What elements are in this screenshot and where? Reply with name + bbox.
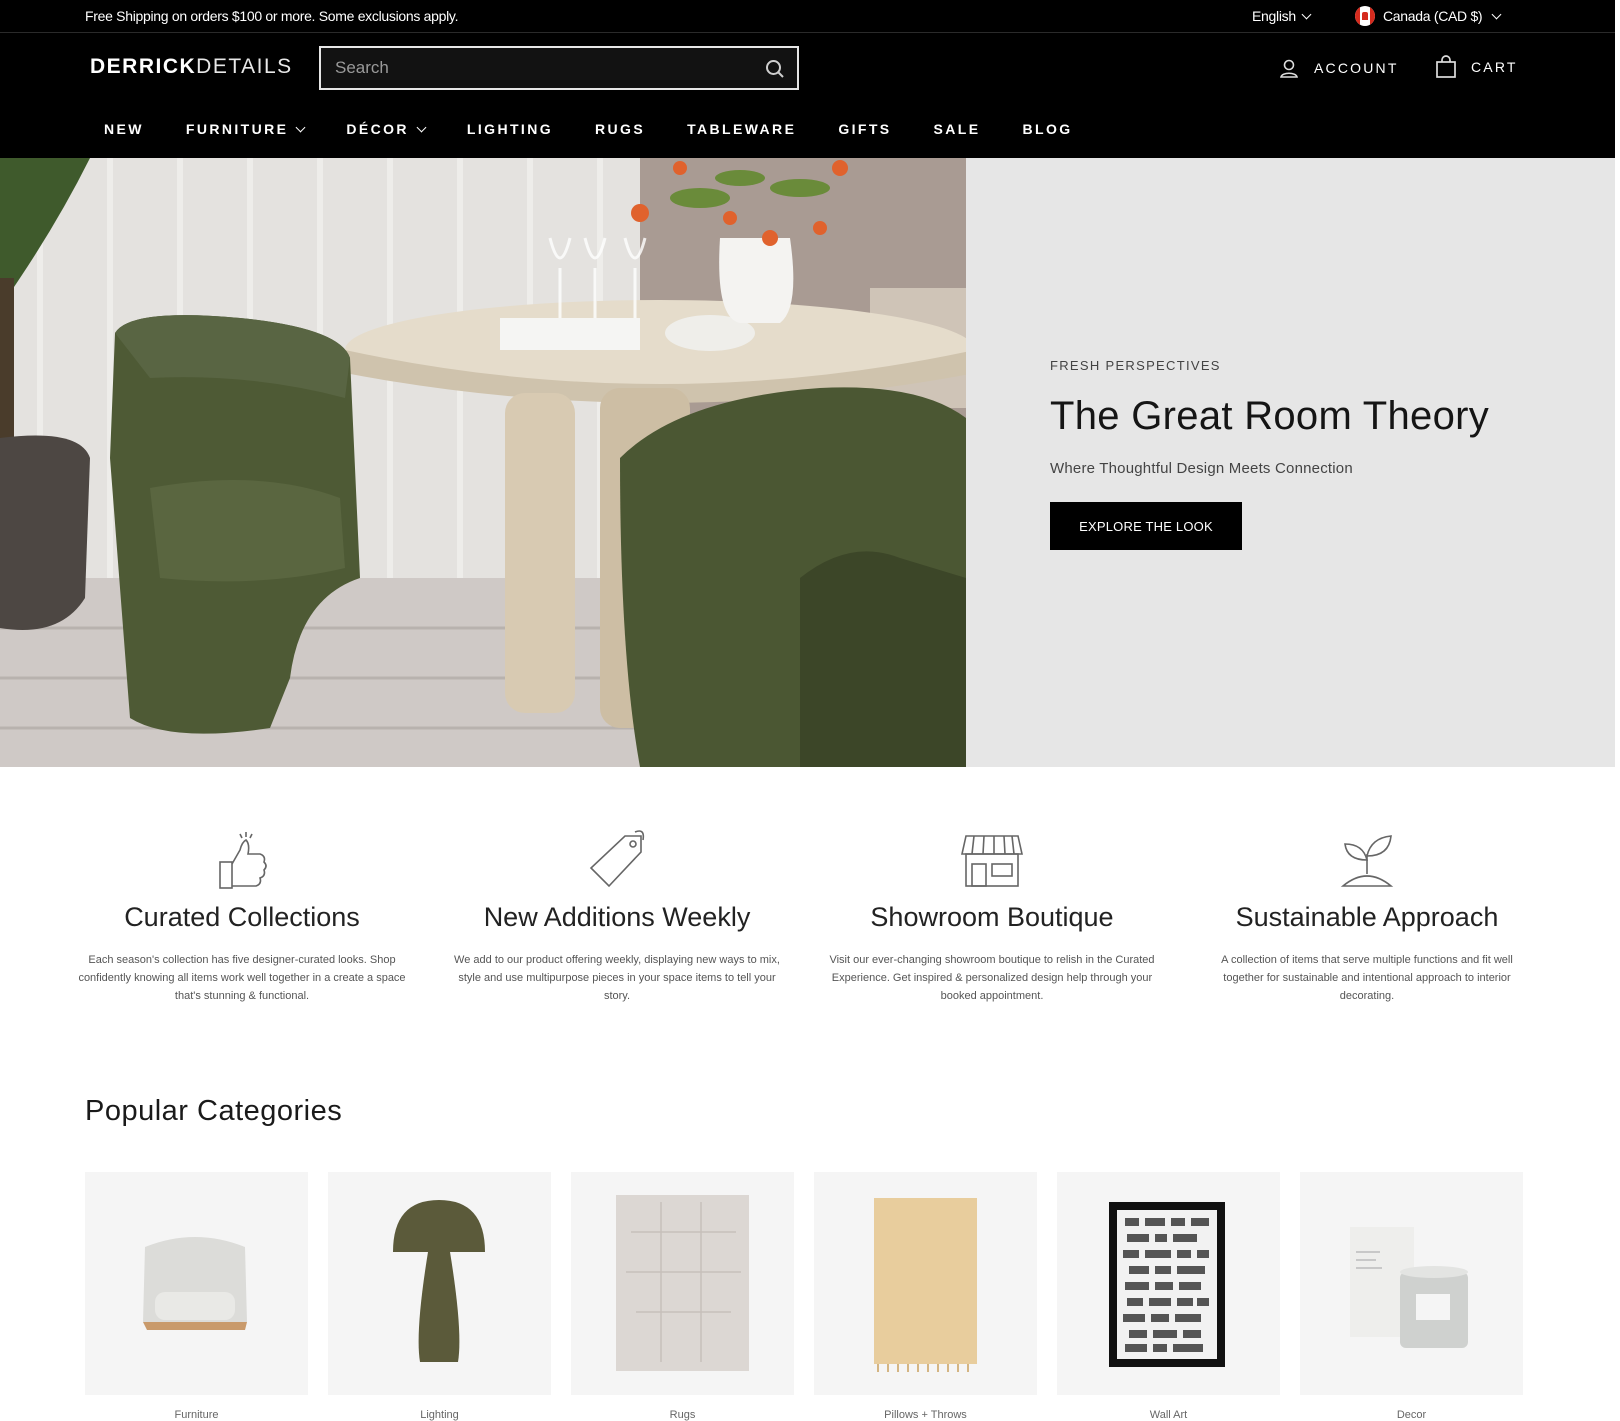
- site-header: DERRICKDETAILS ACCOUNT CART: [0, 33, 1615, 103]
- hero-image[interactable]: [0, 158, 966, 767]
- nav-item-gifts[interactable]: GIFTS: [838, 121, 891, 137]
- nav-label: LIGHTING: [466, 121, 554, 137]
- category-label: Rugs: [669, 1409, 696, 1421]
- nav-item-decor[interactable]: DÉCOR: [346, 121, 427, 137]
- hero-eyebrow: FRESH PERSPECTIVES: [1050, 358, 1221, 373]
- language-label: English: [1252, 8, 1296, 24]
- category-image: [85, 1172, 308, 1395]
- storefront-icon: [961, 835, 1023, 887]
- hero-banner: FRESH PERSPECTIVES The Great Room Theory…: [0, 158, 1615, 767]
- feature-showroom-boutique: Showroom Boutique Visit our ever-changin…: [822, 830, 1162, 1005]
- nav-item-new[interactable]: NEW: [104, 121, 144, 137]
- nav-item-rugs[interactable]: RUGS: [595, 121, 645, 137]
- category-image: [814, 1172, 1037, 1395]
- nav-label: FURNITURE: [185, 121, 289, 137]
- search-box: [319, 46, 799, 90]
- dining-room-illustration: [0, 158, 966, 767]
- candle-illustration: [1350, 1227, 1468, 1348]
- cart-label: CART: [1471, 59, 1518, 75]
- feature-curated-collections: Curated Collections Each season's collec…: [72, 830, 412, 1005]
- category-label: Lighting: [420, 1409, 459, 1421]
- feature-title: Curated Collections: [124, 902, 360, 932]
- category-image: [571, 1172, 794, 1395]
- framed-art-illustration: [1109, 1202, 1225, 1367]
- chevron-down-icon: [1301, 9, 1312, 19]
- feature-text: A collection of items that serve multipl…: [1221, 954, 1513, 1002]
- category-label: Decor: [1396, 1409, 1427, 1421]
- category-image: [1057, 1172, 1280, 1395]
- currency-label: Canada (CAD $): [1383, 8, 1483, 24]
- hero-title: The Great Room Theory: [1050, 394, 1490, 438]
- nav-label: RUGS: [595, 121, 646, 137]
- throw-blanket-illustration: [874, 1198, 977, 1372]
- nav-item-lighting[interactable]: LIGHTING: [467, 121, 553, 137]
- table-lamp-illustration: [393, 1200, 485, 1362]
- feature-title: New Additions Weekly: [483, 902, 751, 932]
- category-card-decor[interactable]: Decor: [1300, 1172, 1523, 1421]
- shipping-promo-text: Free Shipping on orders $100 or more. So…: [85, 8, 459, 24]
- site-logo[interactable]: DERRICKDETAILS: [90, 55, 293, 79]
- sprout-icon: [1340, 835, 1394, 887]
- logo-light-text: DETAILS: [196, 55, 293, 78]
- rug-illustration: [616, 1195, 749, 1371]
- category-card-pillows-throws[interactable]: Pillows + Throws: [814, 1172, 1037, 1421]
- feature-text: Visit our ever-changing showroom boutiqu…: [829, 954, 1155, 1002]
- category-label: Wall Art: [1149, 1409, 1188, 1421]
- user-icon: [1280, 59, 1298, 78]
- features-section: Curated Collections Each season's collec…: [0, 830, 1615, 1040]
- chevron-down-icon: [416, 122, 427, 132]
- announcement-bar: Free Shipping on orders $100 or more. So…: [0, 0, 1615, 32]
- category-card-wall-art[interactable]: Wall Art: [1057, 1172, 1280, 1421]
- explore-the-look-button[interactable]: EXPLORE THE LOOK: [1050, 502, 1242, 550]
- nav-item-furniture[interactable]: FURNITURE: [185, 121, 306, 137]
- account-label: ACCOUNT: [1314, 60, 1399, 76]
- nav-label: BLOG: [1022, 121, 1073, 137]
- category-image: [1300, 1172, 1523, 1395]
- account-link[interactable]: ACCOUNT: [1278, 57, 1399, 79]
- category-label: Pillows + Throws: [884, 1409, 967, 1421]
- canada-flag-icon: [1355, 6, 1375, 26]
- nav-item-blog[interactable]: BLOG: [1023, 121, 1073, 137]
- feature-sustainable-approach: Sustainable Approach A collection of ite…: [1197, 830, 1537, 1005]
- nav-label: NEW: [104, 121, 144, 137]
- thumbs-up-icon: [219, 832, 267, 889]
- chevron-down-icon: [295, 122, 306, 132]
- currency-selector[interactable]: Canada (CAD $): [1355, 6, 1502, 26]
- shopping-bag-icon: [1436, 55, 1456, 78]
- hero-subtitle: Where Thoughtful Design Meets Connection: [1050, 460, 1353, 477]
- feature-title: Showroom Boutique: [870, 902, 1114, 932]
- nav-label: SALE: [933, 121, 981, 137]
- price-tag-icon: [589, 830, 645, 888]
- armchair-illustration: [143, 1237, 247, 1330]
- nav-label: GIFTS: [838, 121, 892, 137]
- nav-item-tableware[interactable]: TABLEWARE: [687, 121, 796, 137]
- nav-label: TABLEWARE: [687, 121, 797, 137]
- nav-label: DÉCOR: [346, 121, 409, 137]
- nav-item-sale[interactable]: SALE: [934, 121, 981, 137]
- feature-text: Each season's collection has five design…: [78, 954, 406, 1002]
- search-input[interactable]: [335, 56, 755, 80]
- category-image: [328, 1172, 551, 1395]
- category-card-furniture[interactable]: Furniture: [85, 1172, 308, 1421]
- chevron-down-icon: [1491, 9, 1502, 19]
- category-label: Furniture: [174, 1409, 219, 1421]
- category-card-lighting[interactable]: Lighting: [328, 1172, 551, 1421]
- cart-link[interactable]: CART: [1435, 55, 1518, 79]
- category-card-rugs[interactable]: Rugs: [571, 1172, 794, 1421]
- category-grid: Furniture Lighting Rugs Pillows + Throws…: [85, 1172, 1530, 1421]
- popular-categories-heading: Popular Categories: [85, 1095, 343, 1127]
- main-navigation: NEW FURNITURE DÉCOR LIGHTING RUGS TABLEW…: [0, 103, 1615, 158]
- hero-text-panel: FRESH PERSPECTIVES The Great Room Theory…: [966, 158, 1615, 767]
- language-selector[interactable]: English: [1252, 8, 1312, 24]
- logo-bold-text: DERRICK: [90, 55, 197, 78]
- feature-text: We add to our product offering weekly, d…: [454, 954, 780, 1002]
- feature-new-additions-weekly: New Additions Weekly We add to our produ…: [447, 830, 787, 1005]
- feature-title: Sustainable Approach: [1235, 902, 1499, 932]
- search-icon[interactable]: [763, 57, 787, 81]
